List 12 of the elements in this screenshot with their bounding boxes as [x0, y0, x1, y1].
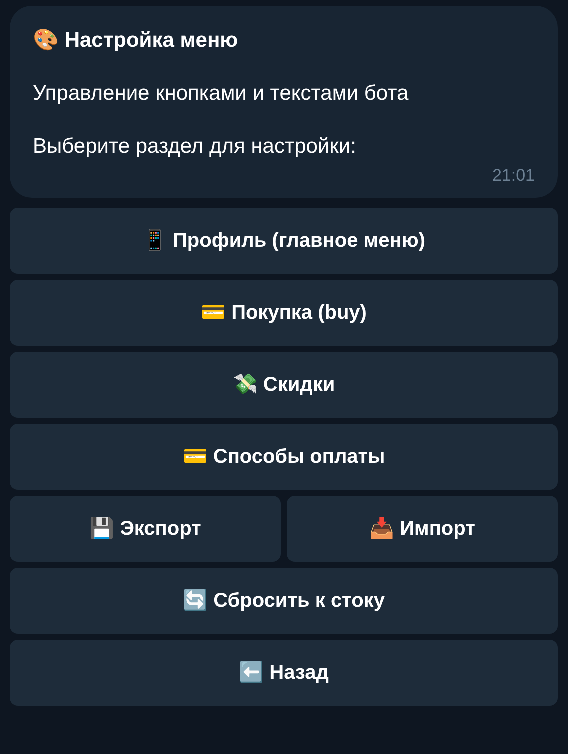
message-title: 🎨 Настройка меню [33, 28, 240, 54]
keyboard-button[interactable]: 💳 Способы оплаты [10, 424, 558, 490]
keyboard-button[interactable]: 💾 Экспорт [10, 496, 281, 562]
keyboard-button[interactable]: 📱 Профиль (главное меню) [10, 208, 558, 274]
keyboard-button[interactable]: 🔄 Сбросить к стоку [10, 568, 558, 634]
message-text: Управление кнопками и текстами бота [33, 81, 410, 107]
message-text: Выберите раздел для настройки: [33, 134, 358, 160]
keyboard-button[interactable]: 💸 Скидки [10, 352, 558, 418]
keyboard-button[interactable]: ⬅ Назад [10, 640, 558, 706]
keyboard-button[interactable]: 💳 Покупка (buy) [10, 280, 558, 346]
message-time: 21:01 [492, 166, 535, 186]
keyboard-button[interactable]: 📥 Импорт [287, 496, 558, 562]
